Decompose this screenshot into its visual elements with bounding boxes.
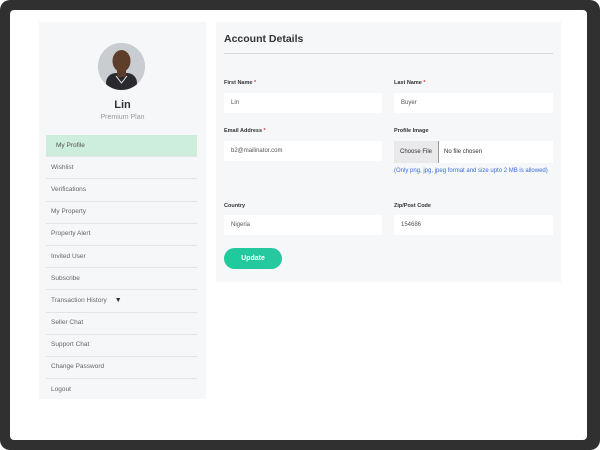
email-label-text: Email Address <box>224 128 263 134</box>
sidebar-item-label: My Property <box>51 208 87 216</box>
country-field[interactable] <box>224 215 382 235</box>
last-name-label-text: Last Name <box>394 80 422 86</box>
choose-file-button[interactable]: Choose File <box>394 141 440 163</box>
screen: Lin Premium Plan My Profile Wishlist Ver… <box>10 10 587 440</box>
sidebar-item-support-chat[interactable]: Support Chat <box>46 335 197 357</box>
sidebar-item-change-password[interactable]: Change Password <box>46 357 197 380</box>
title-divider <box>224 53 553 54</box>
account-details-panel: Account Details First Name * Last Name *… <box>216 22 561 282</box>
user-name: Lin <box>114 99 131 111</box>
sidebar-item-label: Property Alert <box>51 230 91 238</box>
sidebar-item-verifications[interactable]: Verifications <box>46 179 197 202</box>
first-name-field[interactable] <box>224 93 382 113</box>
sidebar-item-label: Invited User <box>51 252 86 260</box>
page-title: Account Details <box>224 33 304 45</box>
zip-field[interactable] <box>394 215 553 235</box>
email-label: Email Address * <box>224 128 266 134</box>
sidebar-item-wishlist[interactable]: Wishlist <box>46 157 197 180</box>
profile-image-input[interactable]: Choose File No file chosen <box>394 141 553 163</box>
sidebar-item-label: Transaction History <box>51 296 107 304</box>
zip-label: Zip/Post Code <box>394 203 431 209</box>
file-status: No file chosen <box>444 149 483 155</box>
first-name-label-text: First Name <box>224 80 253 86</box>
file-format-hint: (Only png, jpg, jpeg format and size upt… <box>394 168 548 174</box>
sidebar-item-invited-user[interactable]: Invited User <box>46 246 197 269</box>
country-label: Country <box>224 203 246 209</box>
user-plan: Premium Plan <box>100 114 145 121</box>
required-mark: * <box>423 80 426 86</box>
email-field[interactable] <box>224 141 382 161</box>
profile-image-label: Profile Image <box>394 128 429 134</box>
sidebar-item-property-alert[interactable]: Property Alert <box>46 224 197 246</box>
last-name-label: Last Name * <box>394 80 426 86</box>
avatar <box>98 43 145 90</box>
sidebar-item-my-profile[interactable]: My Profile <box>46 135 197 158</box>
sidebar-item-label: Logout <box>51 386 71 394</box>
sidebar-item-transaction-history[interactable]: Transaction History ▼ <box>46 290 197 313</box>
sidebar-item-logout[interactable]: Logout <box>46 379 197 401</box>
sidebar-menu: My Profile Wishlist Verifications My Pro… <box>46 135 197 401</box>
last-name-field[interactable] <box>394 93 553 113</box>
device-frame: Lin Premium Plan My Profile Wishlist Ver… <box>0 0 600 450</box>
user-avatar-icon <box>98 43 145 90</box>
sidebar-item-my-property[interactable]: My Property <box>46 202 197 224</box>
sidebar-item-label: Verifications <box>51 185 87 193</box>
sidebar: Lin Premium Plan My Profile Wishlist Ver… <box>39 22 206 399</box>
sidebar-item-label: My Profile <box>56 141 85 149</box>
sidebar-item-label: Subscribe <box>51 274 80 282</box>
sidebar-item-label: Change Password <box>51 363 105 371</box>
required-mark: * <box>253 80 257 86</box>
sidebar-item-label: Support Chat <box>51 341 90 349</box>
sidebar-item-label: Wishlist <box>51 163 74 171</box>
sidebar-item-subscribe[interactable]: Subscribe <box>46 268 197 291</box>
sidebar-item-label: Seller Chat <box>51 319 84 327</box>
update-button[interactable]: Update <box>224 248 282 269</box>
caret-down-icon[interactable]: ▼ <box>115 290 122 312</box>
first-name-label: First Name * <box>224 80 256 86</box>
required-mark: * <box>263 128 266 134</box>
sidebar-item-seller-chat[interactable]: Seller Chat <box>46 313 197 335</box>
